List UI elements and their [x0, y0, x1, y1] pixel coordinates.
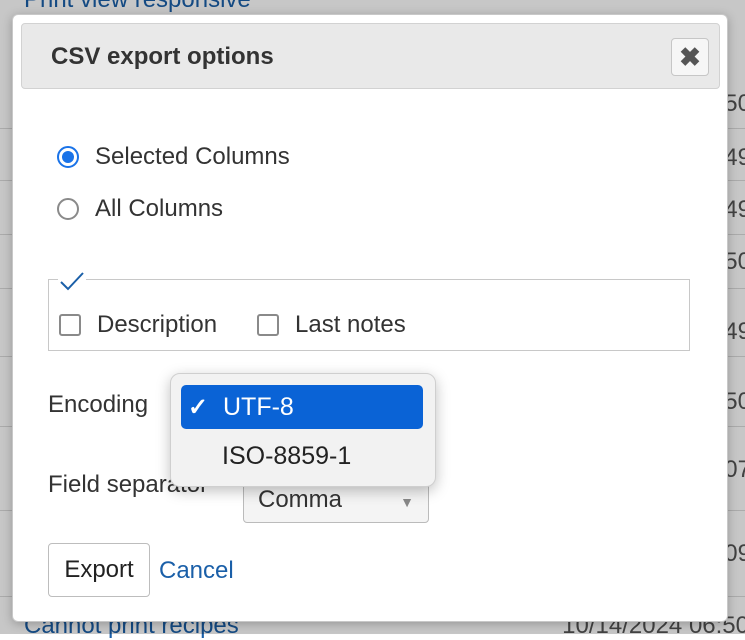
close-button[interactable]: ✖ [671, 38, 709, 76]
encoding-label: Encoding [48, 391, 149, 418]
radio-button-checked[interactable] [57, 146, 79, 168]
field-separator-select[interactable]: Comma ▼ [243, 483, 429, 523]
export-button[interactable]: Export [48, 543, 150, 597]
encoding-option-iso[interactable]: ISO-8859-1 [181, 434, 423, 478]
radio-label: Selected Columns [95, 143, 290, 170]
check-icon [60, 272, 84, 291]
encoding-option-utf8[interactable]: ✓ UTF-8 [181, 385, 423, 429]
radio-button[interactable] [57, 198, 79, 220]
radio-selected-columns[interactable]: Selected Columns [57, 143, 290, 171]
csv-export-dialog: CSV export options ✖ Selected Columns Al… [12, 14, 728, 622]
checkmark-icon: ✓ [187, 393, 209, 421]
checkbox[interactable] [59, 314, 81, 336]
option-label: UTF-8 [223, 392, 294, 421]
checkbox-last-notes[interactable]: Last notes [257, 311, 406, 339]
checkbox-label: Description [97, 311, 218, 338]
checkbox-description[interactable]: Description [59, 311, 217, 339]
checkbox-label: Last notes [295, 311, 406, 338]
dialog-title: CSV export options [51, 43, 274, 70]
radio-all-columns[interactable]: All Columns [57, 195, 223, 223]
close-icon: ✖ [679, 42, 701, 72]
select-value: Comma [258, 486, 343, 513]
legend-toggle[interactable] [58, 269, 86, 293]
checkbox[interactable] [257, 314, 279, 336]
chevron-down-icon: ▼ [400, 494, 414, 510]
encoding-dropdown: ✓ UTF-8 ISO-8859-1 [170, 373, 436, 487]
option-label: ISO-8859-1 [222, 441, 352, 470]
cancel-link[interactable]: Cancel [159, 557, 234, 585]
dialog-header: CSV export options ✖ [21, 23, 720, 89]
radio-label: All Columns [95, 195, 224, 222]
